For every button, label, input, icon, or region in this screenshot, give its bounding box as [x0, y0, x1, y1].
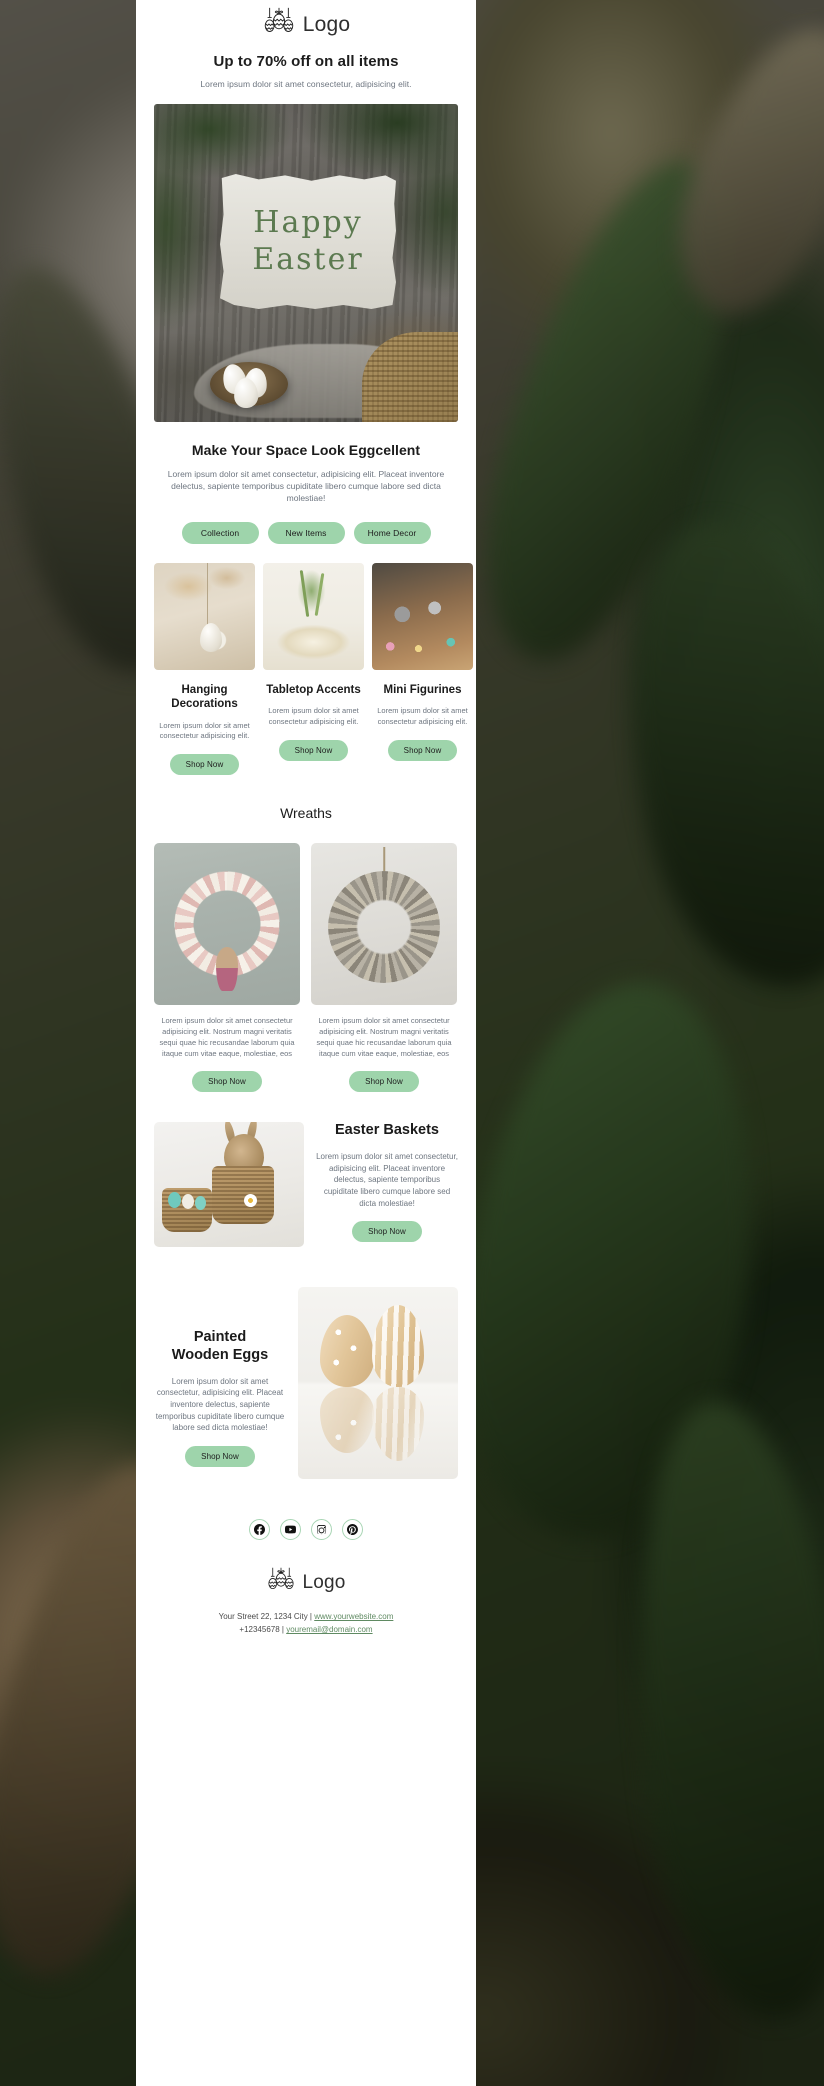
easter-baskets-image	[154, 1122, 304, 1248]
painted-wooden-eggs-section: Painted Wooden Eggs Lorem ipsum dolor si…	[136, 1287, 476, 1480]
product-title: Mini Figurines	[383, 684, 462, 697]
wreath-card-dried-wreath: Lorem ipsum dolor sit amet consectetur a…	[311, 842, 457, 1093]
product-description: Lorem ipsum dolor sit amet consectetur a…	[377, 706, 468, 727]
product-title: Tabletop Accents	[266, 684, 361, 697]
hanging-easter-eggs-icon	[264, 7, 293, 32]
footer-website-link[interactable]: www.yourwebsite.com	[314, 1612, 393, 1621]
painted-wooden-eggs-text: Painted Wooden Eggs Lorem ipsum dolor si…	[154, 1287, 286, 1467]
easter-baskets-section: Easter Baskets Lorem ipsum dolor sit ame…	[136, 1122, 476, 1248]
wooden-egg	[372, 1305, 424, 1388]
wooden-egg	[320, 1315, 374, 1388]
promo-subline: Lorem ipsum dolor sit amet consectetur, …	[200, 79, 412, 89]
straw-basket	[212, 1166, 274, 1225]
footer-email-link[interactable]: youremail@domain.com	[286, 1625, 372, 1634]
product-title: Hanging Decorations	[171, 684, 238, 711]
intro-section: Make Your Space Look Eggcellent Lorem ip…	[136, 442, 476, 504]
product-card-hanging-decorations: Hanging Decorations Lorem ipsum dolor si…	[154, 563, 255, 775]
product-description: Lorem ipsum dolor sit amet consectetur a…	[159, 720, 250, 741]
footer-address: Your Street 22, 1234 City	[218, 1612, 308, 1622]
promo-headline: Up to 70% off on all items	[213, 53, 399, 70]
wreath-image-egg-wreath	[154, 842, 300, 1005]
youtube-icon[interactable]	[280, 1519, 301, 1541]
painted-wooden-eggs-title-line-1: Painted	[193, 1329, 247, 1346]
wreath-description: Lorem ipsum dolor sit amet consectetur a…	[159, 1015, 295, 1058]
hero-nest	[210, 361, 288, 409]
wooden-egg-reflection	[372, 1387, 424, 1462]
product-card-mini-figurines: Mini Figurines Lorem ipsum dolor sit ame…	[372, 563, 473, 775]
easter-baskets-description: Lorem ipsum dolor sit amet consectetur, …	[316, 1152, 458, 1208]
painted-wooden-eggs-description: Lorem ipsum dolor sit amet consectetur, …	[155, 1376, 285, 1433]
product-card-tabletop-accents: Tabletop Accents Lorem ipsum dolor sit a…	[263, 563, 364, 775]
intro-body: Lorem ipsum dolor sit amet consectetur, …	[167, 469, 445, 504]
shop-now-dried-wreath[interactable]: Shop Now	[349, 1071, 419, 1093]
product-image-mini-figurines	[372, 563, 473, 671]
painted-wooden-eggs-image	[298, 1287, 458, 1480]
product-image-hanging-decorations	[154, 563, 255, 671]
product-description: Lorem ipsum dolor sit amet consectetur a…	[268, 706, 359, 727]
wreath-description: Lorem ipsum dolor sit amet consectetur a…	[316, 1015, 452, 1058]
intro-title: Make Your Space Look Eggcellent	[191, 442, 421, 458]
pill-new-items[interactable]: New Items	[267, 522, 345, 545]
logo-text: Logo	[302, 12, 351, 36]
pill-collection[interactable]: Collection	[181, 522, 259, 545]
pill-home-decor[interactable]: Home Decor	[353, 522, 431, 545]
wreaths-grid: Lorem ipsum dolor sit amet consectetur a…	[136, 842, 476, 1093]
pinterest-icon[interactable]	[342, 1519, 363, 1541]
easter-baskets-title: Easter Baskets	[335, 1122, 439, 1139]
hero-greeting-line-1: Happy	[253, 205, 363, 240]
instagram-icon[interactable]	[311, 1519, 332, 1541]
shop-now-painted-wooden-eggs[interactable]: Shop Now	[185, 1445, 255, 1467]
footer-logo-text: Logo	[302, 1571, 346, 1593]
category-pill-row: Collection New Items Home Decor	[136, 522, 476, 545]
social-links	[136, 1519, 476, 1541]
wreath-image-dried-wreath	[311, 842, 457, 1005]
footer-phone: +12345678	[239, 1625, 280, 1635]
footer-logo: Logo	[136, 1567, 476, 1597]
hanging-easter-eggs-icon	[268, 1568, 295, 1590]
easter-baskets-text: Easter Baskets Lorem ipsum dolor sit ame…	[316, 1122, 458, 1243]
product-grid: Hanging Decorations Lorem ipsum dolor si…	[136, 563, 476, 775]
wooden-egg-reflection	[320, 1387, 374, 1454]
shop-now-tabletop-accents[interactable]: Shop Now	[278, 739, 349, 761]
product-image-tabletop-accents	[263, 563, 364, 671]
shop-now-hanging-decorations[interactable]: Shop Now	[169, 753, 240, 775]
hero-greeting-line-2: Easter	[252, 242, 364, 277]
facebook-icon[interactable]	[249, 1519, 270, 1541]
wreaths-section-title: Wreaths	[280, 804, 332, 821]
painted-wooden-eggs-title-line-2: Wooden Eggs	[171, 1347, 269, 1364]
shop-now-easter-baskets[interactable]: Shop Now	[352, 1221, 422, 1243]
wreath-card-egg-wreath: Lorem ipsum dolor sit amet consectetur a…	[154, 842, 300, 1093]
shop-now-egg-wreath[interactable]: Shop Now	[192, 1071, 262, 1093]
hero-greeting-card: Happy Easter	[220, 174, 396, 309]
email-header: Logo	[136, 0, 476, 41]
shop-now-mini-figurines[interactable]: Shop Now	[387, 739, 458, 761]
email-body: Logo Up to 70% off on all items Lorem ip…	[136, 0, 476, 2086]
footer-contact: Your Street 22, 1234 City | www.yourwebs…	[136, 1611, 476, 1653]
hero-image: Happy Easter	[154, 104, 458, 422]
